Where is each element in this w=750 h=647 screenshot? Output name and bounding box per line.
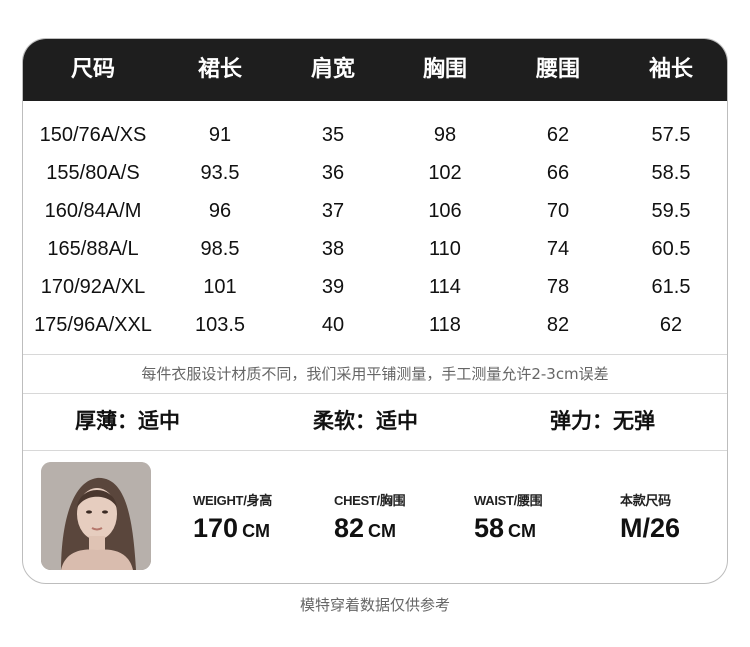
table-row: 150/76A/XS 91 35 98 62 57.5 bbox=[23, 116, 727, 154]
stat-waist-label: WAIST/腰围 bbox=[474, 493, 543, 508]
measurement-note: 每件衣服设计材质不同，我们采用平铺测量，手工测量允许2-3cm误差 bbox=[23, 354, 727, 394]
table-cell: 36 bbox=[321, 162, 345, 184]
table-cell: 101 bbox=[203, 276, 237, 298]
table-cell: 150/76A/XS bbox=[39, 124, 147, 146]
table-cell: 70 bbox=[546, 200, 570, 222]
table-row: 160/84A/M 96 37 106 70 59.5 bbox=[23, 192, 727, 230]
table-cell: 74 bbox=[546, 238, 570, 260]
stat-height-unit: CM bbox=[242, 521, 271, 541]
table-cell: 160/84A/M bbox=[44, 200, 142, 222]
table-cell: 114 bbox=[429, 276, 461, 298]
header-skirt-length: 裙长 bbox=[197, 57, 242, 82]
stat-chest: CHEST/胸围 82 CM bbox=[334, 490, 406, 544]
table-cell: 93.5 bbox=[200, 162, 240, 184]
table-cell: 106 bbox=[428, 200, 462, 222]
table-cell: 62 bbox=[659, 314, 683, 336]
stat-waist-value: 58 bbox=[474, 513, 505, 543]
stat-height-value: 170 bbox=[193, 513, 239, 543]
footer-note: 模特穿着数据仅供参考 bbox=[299, 596, 450, 614]
stat-chest-unit: CM bbox=[368, 521, 397, 541]
stat-height-label: WEIGHT/身高 bbox=[193, 493, 272, 508]
table-cell: 62 bbox=[546, 124, 570, 146]
table-cell: 59.5 bbox=[651, 200, 691, 222]
stat-chest-value: 82 bbox=[334, 513, 365, 543]
table-cell: 103.5 bbox=[194, 314, 246, 336]
stat-size-value: M/26 bbox=[620, 513, 681, 543]
table-cell: 38 bbox=[321, 238, 345, 260]
table-header: 尺码 裙长 肩宽 胸围 腰围 袖长 bbox=[23, 39, 727, 101]
stat-height: WEIGHT/身高 170 CM bbox=[193, 490, 272, 544]
table-row: 155/80A/S 93.5 36 102 66 58.5 bbox=[23, 154, 727, 192]
table-cell: 60.5 bbox=[651, 238, 691, 260]
table-cell: 61.5 bbox=[651, 276, 691, 298]
attr-softness: 柔软：适中 bbox=[313, 409, 418, 433]
table-body: 150/76A/XS 91 35 98 62 57.5 155/80A/S 93… bbox=[23, 116, 727, 344]
table-cell: 39 bbox=[321, 276, 345, 298]
size-chart-card: 尺码 裙长 肩宽 胸围 腰围 袖长 150/76A/XS 91 35 98 62… bbox=[22, 38, 728, 584]
stat-size-label: 本款尺码 bbox=[620, 493, 671, 508]
table-cell: 155/80A/S bbox=[46, 162, 140, 184]
table-cell: 110 bbox=[429, 238, 461, 260]
table-cell: 57.5 bbox=[651, 124, 691, 146]
table-cell: 78 bbox=[546, 276, 570, 298]
header-chest: 胸围 bbox=[422, 57, 467, 82]
table-cell: 170/92A/XL bbox=[40, 276, 146, 298]
stat-waist: WAIST/腰围 58 CM bbox=[474, 490, 543, 544]
table-cell: 35 bbox=[321, 124, 345, 146]
table-cell: 58.5 bbox=[651, 162, 691, 184]
fabric-attributes: 厚薄：适中 柔软：适中 弹力：无弹 bbox=[23, 392, 727, 451]
table-cell: 66 bbox=[546, 162, 570, 184]
table-cell: 175/96A/XXL bbox=[34, 314, 152, 336]
model-portrait-icon bbox=[41, 462, 151, 570]
header-size: 尺码 bbox=[70, 57, 115, 82]
table-row: 170/92A/XL 101 39 114 78 61.5 bbox=[23, 268, 727, 306]
model-info: WEIGHT/身高 170 CM CHEST/胸围 82 CM WAIST/腰围 5… bbox=[23, 450, 727, 583]
attr-thickness: 厚薄：适中 bbox=[75, 409, 180, 433]
table-cell: 91 bbox=[208, 124, 232, 146]
header-shoulder: 肩宽 bbox=[310, 57, 355, 82]
table-cell: 98.5 bbox=[200, 238, 240, 260]
table-row: 175/96A/XXL 103.5 40 118 82 62 bbox=[23, 306, 727, 344]
table-cell: 102 bbox=[428, 162, 462, 184]
header-sleeve: 袖长 bbox=[648, 57, 693, 82]
table-cell: 165/88A/L bbox=[47, 238, 139, 260]
table-cell: 98 bbox=[433, 124, 457, 146]
table-cell: 96 bbox=[208, 200, 232, 222]
header-waist: 腰围 bbox=[535, 57, 580, 82]
table-cell: 37 bbox=[321, 200, 345, 222]
table-cell: 40 bbox=[321, 314, 345, 336]
table-cell: 82 bbox=[546, 314, 570, 336]
stat-chest-label: CHEST/胸围 bbox=[334, 493, 406, 508]
attr-elasticity: 弹力：无弹 bbox=[550, 409, 655, 433]
stat-size: 本款尺码 M/26 bbox=[620, 490, 680, 544]
stat-waist-unit: CM bbox=[508, 521, 537, 541]
table-cell: 118 bbox=[429, 314, 461, 336]
model-photo bbox=[41, 462, 151, 570]
table-row: 165/88A/L 98.5 38 110 74 60.5 bbox=[23, 230, 727, 268]
